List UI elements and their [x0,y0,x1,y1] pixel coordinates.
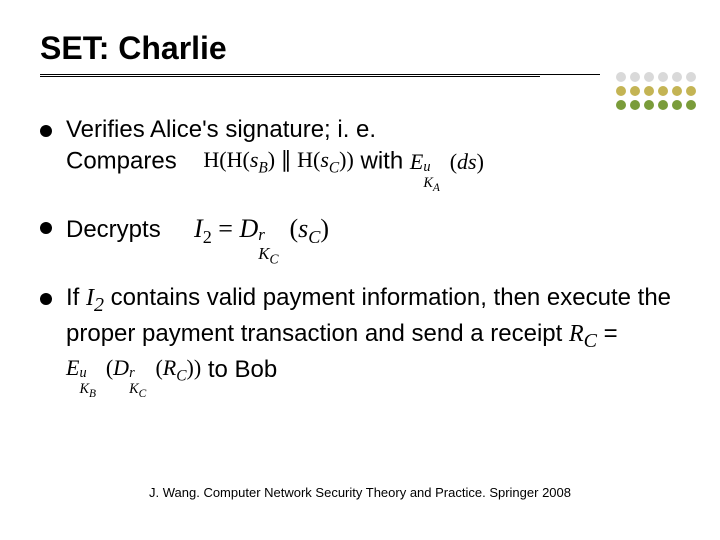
dot-icon [644,100,654,110]
slide: SET: Charlie Verifies Alice's signature;… [0,0,720,540]
bullet-continuation: Compares H(H(sB) ∥ H(sC)) with EuKA(ds) [66,146,680,178]
dot-icon [644,86,654,96]
slide-title: SET: Charlie [40,30,680,67]
dot-icon [686,100,696,110]
dot-icon [672,100,682,110]
dot-icon [672,72,682,82]
bullet-text: Verifies Alice's signature; i. e. [66,116,376,143]
bullet-text: If I2 contains valid payment information… [66,284,671,382]
bullet-list: Verifies Alice's signature; i. e. Compar… [40,115,680,386]
bullet-item-if-valid: If I2 contains valid payment information… [40,283,680,386]
dot-icon [616,72,626,82]
var-rc: RC [569,321,597,347]
bullet-item-verify: Verifies Alice's signature; i. e. Compar… [40,115,680,178]
math-receipt: EuKB(DrKC(RC)) [66,354,201,386]
dot-icon [616,86,626,96]
dot-icon [672,86,682,96]
var-i2: I [86,285,94,311]
dot-icon [630,86,640,96]
decoration-dot-grid [616,72,696,110]
with-label: with [361,147,410,174]
dot-icon [658,86,668,96]
text-to-bob: to Bob [208,356,277,383]
dot-icon [686,86,696,96]
rule-short [40,76,540,77]
text-eq: = [597,320,618,347]
compares-label: Compares [66,147,177,174]
dot-icon [630,72,640,82]
rule-long [40,74,600,75]
dot-icon [630,100,640,110]
bullet-text: Decrypts [66,216,161,243]
dot-icon [658,100,668,110]
slide-footer: J. Wang. Computer Network Security Theor… [0,485,720,500]
dot-icon [616,100,626,110]
dot-icon [686,72,696,82]
var-i2-sub: 2 [94,294,104,316]
math-encrypt-ds: EuKA(ds) [410,148,484,176]
bullet-item-decrypts: Decrypts I2 = DrKC(sC) [40,212,680,249]
slide-body: Verifies Alice's signature; i. e. Compar… [40,115,680,386]
dot-icon [658,72,668,82]
math-decrypt-i2: I2 = DrKC(sC) [194,212,329,249]
dot-icon [644,72,654,82]
math-hash-expression: H(H(sB) ∥ H(sC)) [203,146,353,178]
text-if: If [66,284,86,311]
title-rules [40,73,680,77]
